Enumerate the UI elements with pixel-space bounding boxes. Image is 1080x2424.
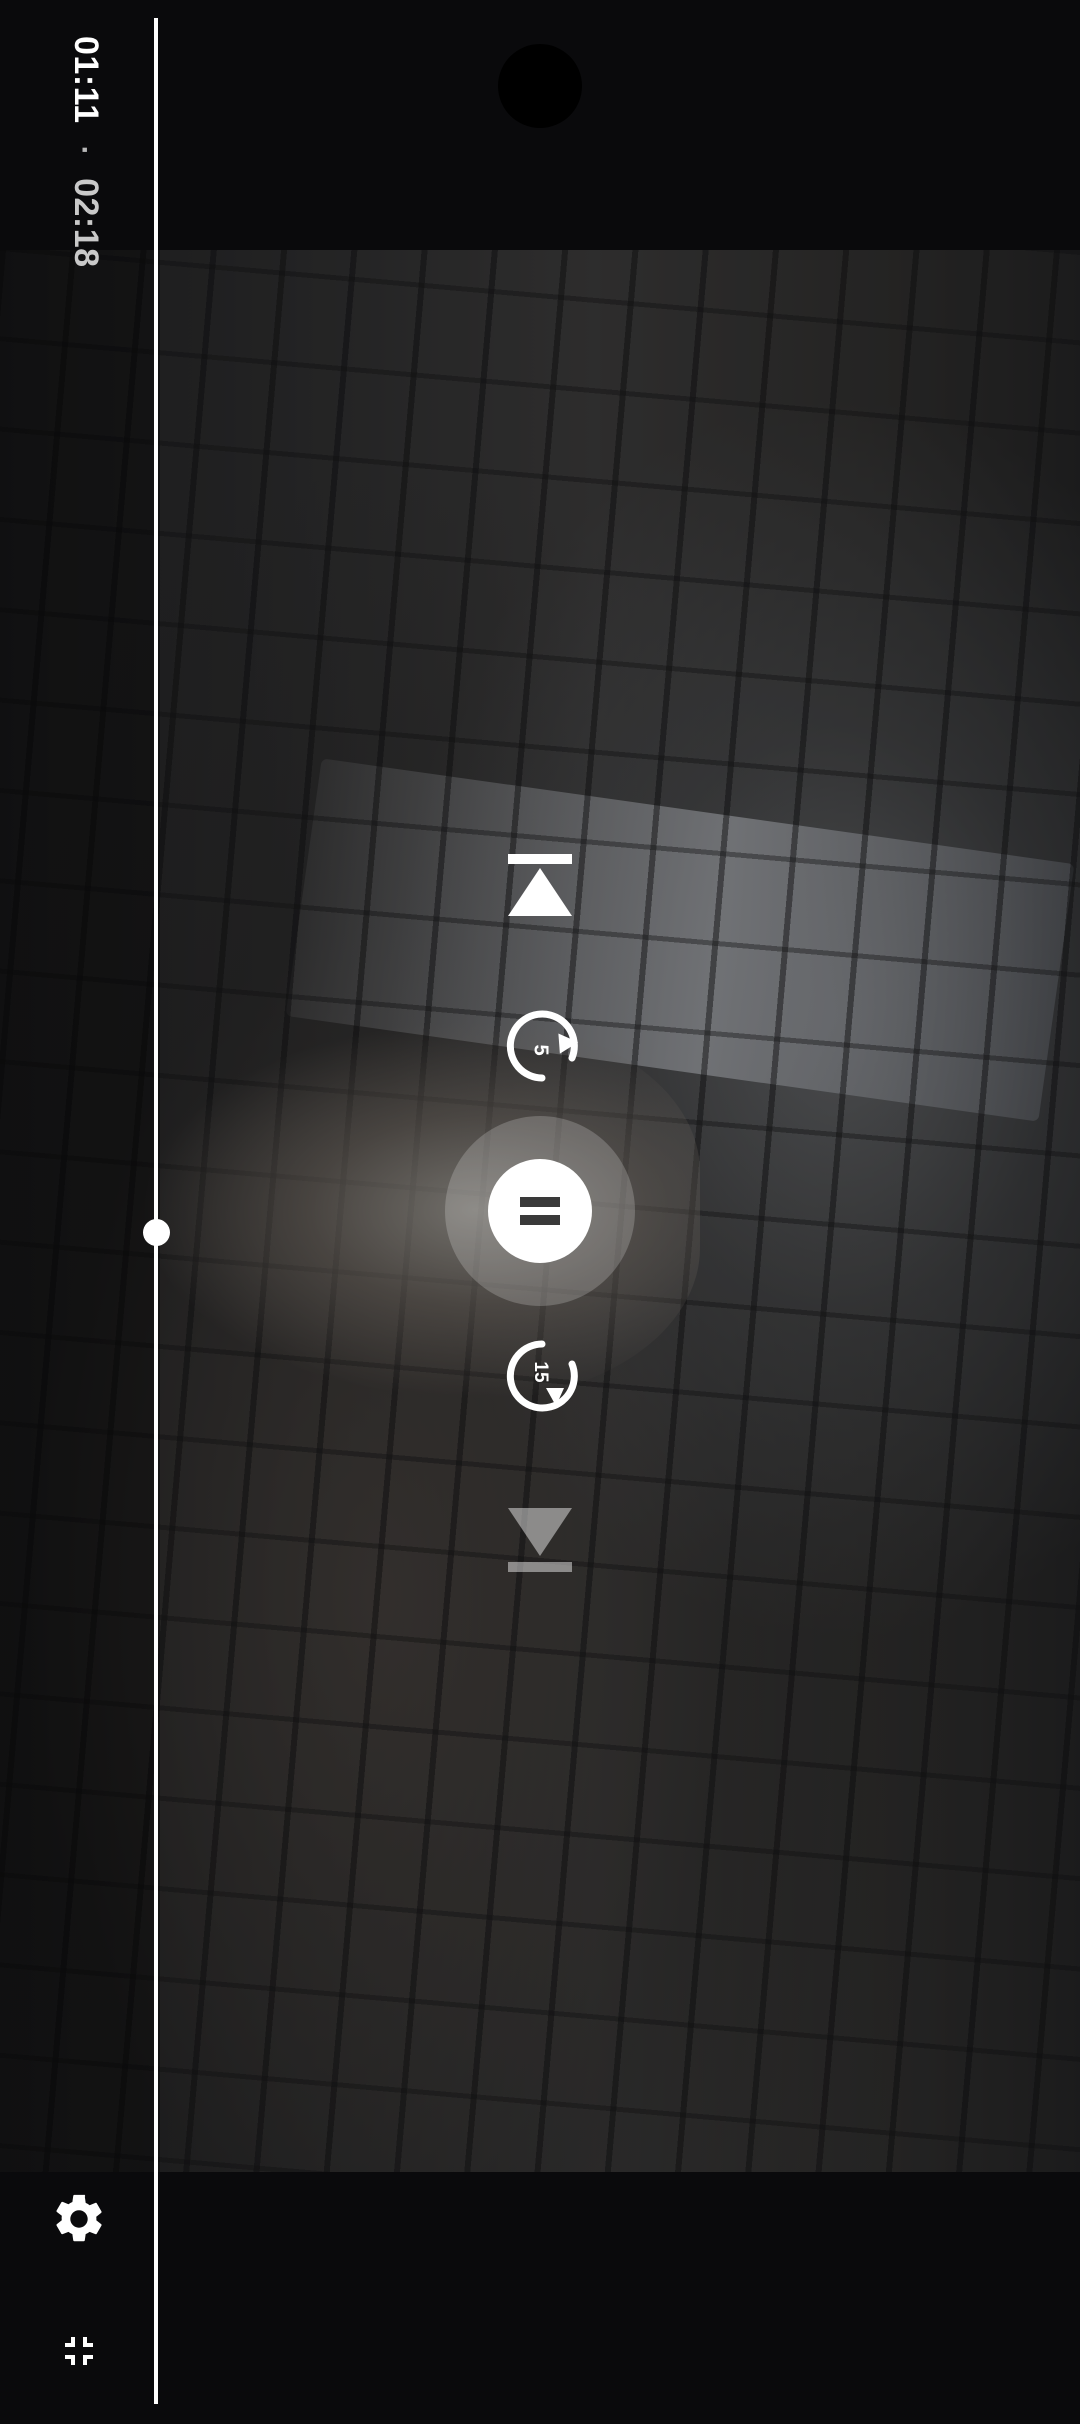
rewind-seconds-label: 5	[530, 1044, 552, 1055]
fullscreen-exit-button[interactable]	[48, 2320, 110, 2382]
seek-thumb[interactable]	[143, 1219, 170, 1246]
forward-button[interactable]: 15	[494, 1326, 586, 1418]
pause-icon	[520, 1197, 560, 1225]
gear-icon	[56, 2194, 102, 2242]
forward-15-icon: 15	[506, 1340, 578, 1412]
current-time: 01:11	[67, 36, 105, 124]
skip-next-icon	[508, 1508, 572, 1572]
pause-button[interactable]	[488, 1159, 592, 1263]
forward-seconds-label: 15	[530, 1361, 551, 1383]
time-separator: ·	[68, 145, 101, 157]
seek-bar[interactable]	[154, 18, 158, 2404]
fullscreen-exit-icon	[65, 2337, 93, 2365]
replay-5-icon: 5	[506, 1010, 579, 1082]
next-button[interactable]	[500, 1500, 580, 1580]
skip-previous-icon	[508, 854, 572, 916]
previous-button[interactable]	[500, 846, 580, 926]
camera-cutout	[498, 44, 582, 128]
rewind-button[interactable]: 5	[494, 1004, 586, 1096]
total-duration: 02:18	[67, 178, 105, 268]
settings-button[interactable]	[44, 2184, 114, 2254]
